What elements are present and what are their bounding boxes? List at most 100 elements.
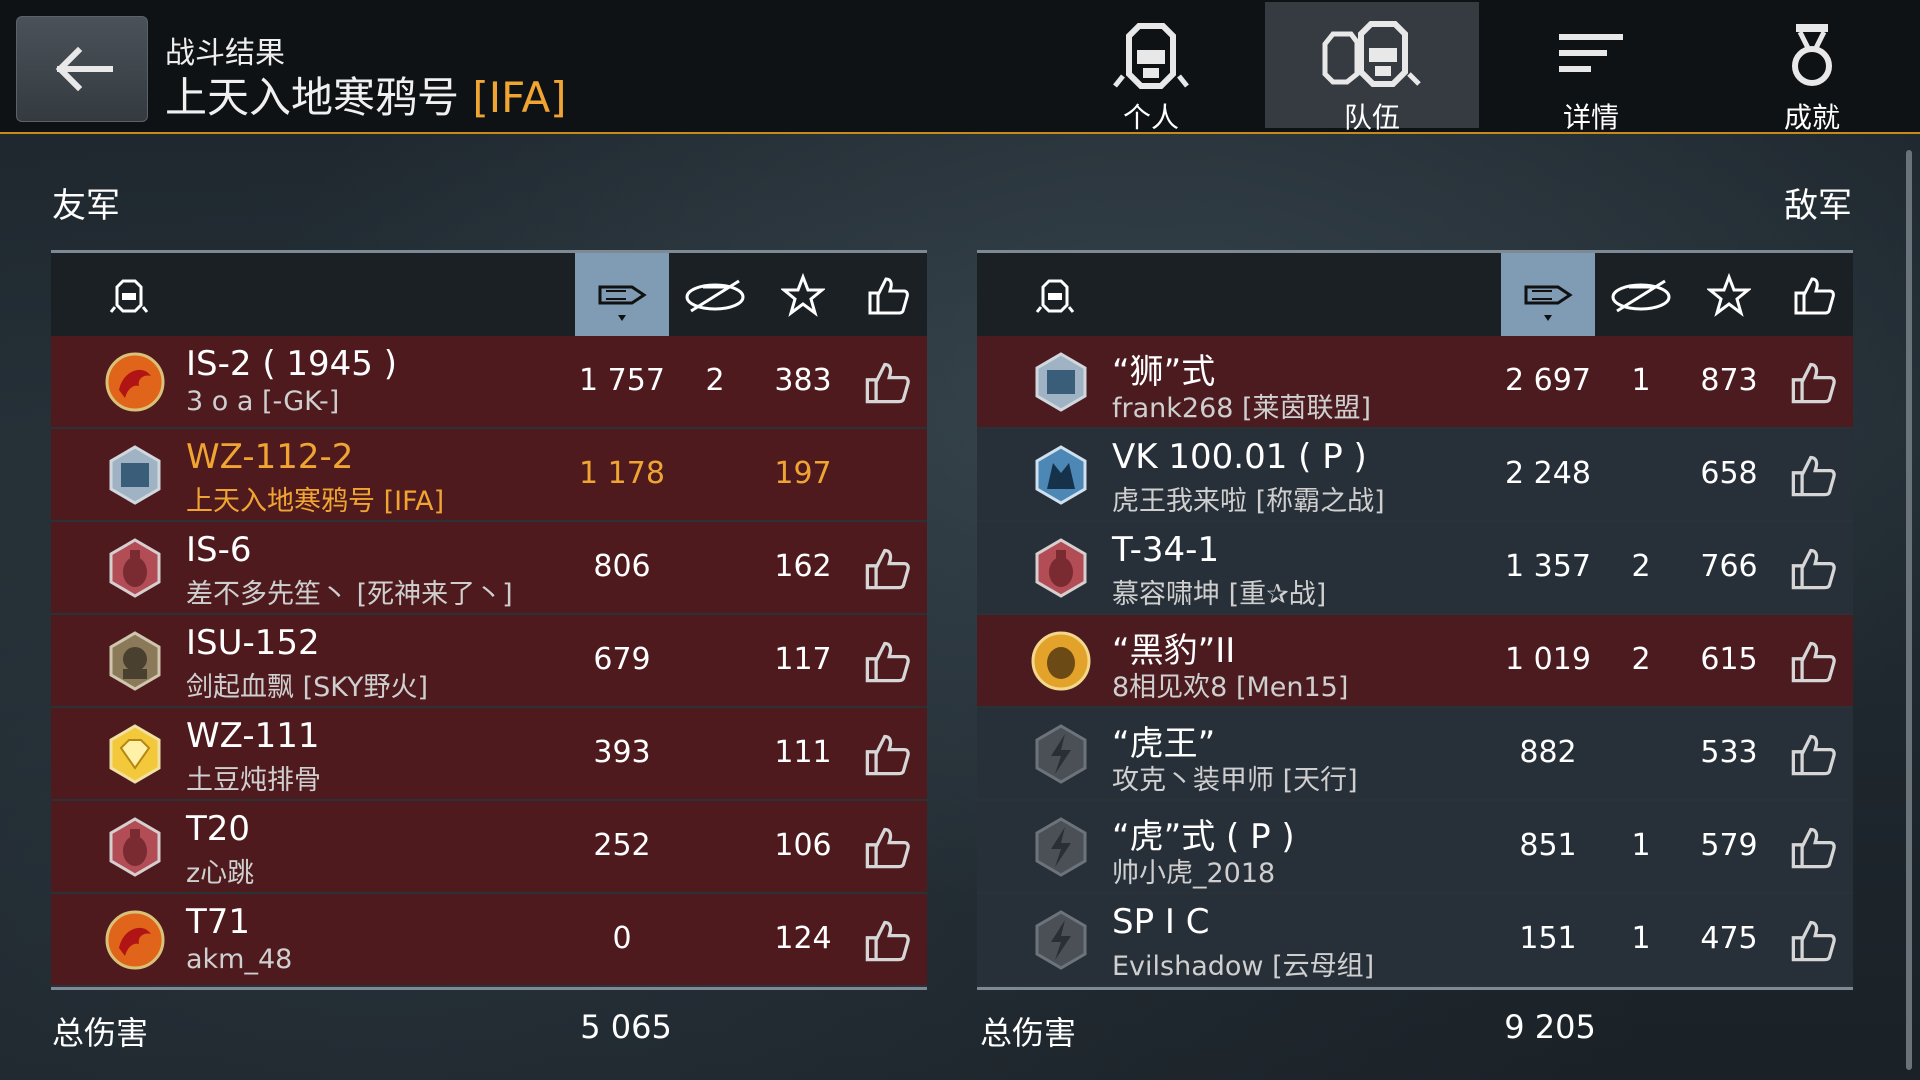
score-value: 106 xyxy=(774,828,832,863)
table-row[interactable]: “黑豹”II 8相见欢8 [Men15] 1 019 2 615 xyxy=(977,615,1853,708)
player-name: 8相见欢8 [Men15] xyxy=(1112,672,1349,703)
damage-value: 1 357 xyxy=(1505,549,1591,584)
allies-total-label: 总伤害 xyxy=(52,1014,149,1052)
score-value: 383 xyxy=(774,363,832,398)
tab-team-label: 队伍 xyxy=(1343,101,1400,134)
score-value: 579 xyxy=(1700,828,1758,863)
damage-value: 252 xyxy=(593,828,651,863)
helmet-team-icon xyxy=(1322,21,1421,87)
score-value: 766 xyxy=(1700,549,1758,584)
scrollbar[interactable] xyxy=(1906,150,1912,1070)
kills-column-header[interactable] xyxy=(673,253,757,336)
table-row[interactable]: “狮”式 frank268 [莱茵联盟] 2 697 1 873 xyxy=(977,336,1853,429)
like-button[interactable] xyxy=(863,730,911,778)
table-row[interactable]: T20 z心跳 252 106 xyxy=(51,801,927,894)
player-name: 上天入地寒鸦号 [IFA] xyxy=(186,486,445,517)
star-icon xyxy=(781,272,825,317)
tab-personal-label: 个人 xyxy=(1122,101,1179,134)
table-row[interactable]: T-34-1 慕容啸坤 [重✰战] 1 357 2 766 xyxy=(977,522,1853,615)
score-value: 615 xyxy=(1700,642,1758,677)
score-value: 475 xyxy=(1700,921,1758,956)
tank-name: IS-6 xyxy=(186,530,252,570)
player-name: 差不多先笙丶 [死神来了丶] xyxy=(186,579,513,610)
table-row[interactable]: ISU-152 剑起血飘 [SKY野火] 679 117 xyxy=(51,615,927,708)
score-value: 162 xyxy=(774,549,832,584)
top-bar-divider xyxy=(0,132,1920,134)
details-lines-icon xyxy=(1559,34,1623,72)
damage-value: 882 xyxy=(1519,735,1577,770)
grenade-emblem-icon xyxy=(109,817,161,877)
enemies-total-label: 总伤害 xyxy=(980,1014,1077,1052)
score-column-header[interactable] xyxy=(761,253,845,336)
damage-column-header[interactable] xyxy=(1501,253,1595,336)
table-row[interactable]: IS-6 差不多先笙丶 [死神来了丶] 806 162 xyxy=(51,522,927,615)
thumbs-up-icon xyxy=(868,276,909,314)
kills-value: 2 xyxy=(1631,642,1651,677)
like-button[interactable] xyxy=(1789,451,1837,499)
like-button[interactable] xyxy=(1789,358,1837,406)
table-row[interactable]: WZ-111 土豆炖排骨 393 111 xyxy=(51,708,927,801)
like-button[interactable] xyxy=(863,823,911,871)
like-button[interactable] xyxy=(863,916,911,964)
table-row[interactable]: IS-2 ( 1945 ) 3 o a [-GK-] 1 757 2 383 xyxy=(51,336,927,429)
grey-lightning-emblem-icon xyxy=(1035,817,1087,877)
kills-value: 1 xyxy=(1631,828,1651,863)
player-name: akm_48 xyxy=(186,944,293,975)
like-button[interactable] xyxy=(863,637,911,685)
table-row[interactable]: WZ-112-2 上天入地寒鸦号 [IFA] 1 178 197 xyxy=(51,429,927,522)
tab-details[interactable]: 详情 xyxy=(1484,2,1698,134)
tab-personal[interactable]: 个人 xyxy=(1044,2,1258,134)
like-button[interactable] xyxy=(863,358,911,406)
back-button[interactable] xyxy=(16,16,148,122)
tab-team[interactable]: 队伍 xyxy=(1265,2,1479,134)
player-clan: [IFA] xyxy=(472,73,567,122)
player-name: 剑起血飘 [SKY野火] xyxy=(186,672,429,703)
grenade-emblem-icon xyxy=(109,538,161,598)
like-button[interactable] xyxy=(1789,544,1837,592)
allies-header xyxy=(51,253,927,336)
grey-lightning-emblem-icon xyxy=(1035,910,1087,970)
kills-column-header[interactable] xyxy=(1599,253,1683,336)
damage-column-header[interactable] xyxy=(575,253,669,336)
like-button[interactable] xyxy=(1789,916,1837,964)
like-button[interactable] xyxy=(1789,637,1837,685)
tab-achievements[interactable]: 成就 xyxy=(1705,2,1919,134)
enemies-title: 敌军 xyxy=(1784,186,1852,226)
table-row[interactable]: “虎王” 攻克丶装甲师 [天行] 882 533 xyxy=(977,708,1853,801)
star-icon xyxy=(1707,272,1751,317)
player-name: 土豆炖排骨 xyxy=(186,765,321,796)
table-row[interactable]: “虎”式 ( P ) 帅小虎_2018 851 1 579 xyxy=(977,801,1853,894)
damage-value: 0 xyxy=(612,921,632,956)
grenade-emblem-icon xyxy=(1035,538,1087,598)
damage-value: 851 xyxy=(1519,828,1577,863)
player-name: Evilshadow [云母组] xyxy=(1112,951,1375,982)
damage-shell-icon xyxy=(598,285,647,321)
like-button[interactable] xyxy=(1789,730,1837,778)
damage-value: 393 xyxy=(593,735,651,770)
destroyed-tank-icon xyxy=(685,279,745,312)
player-name: 慕容啸坤 [重✰战] xyxy=(1112,579,1327,610)
score-value: 124 xyxy=(774,921,832,956)
red-dragon-icon xyxy=(105,910,165,970)
player-name: 攻克丶装甲师 [天行] xyxy=(1112,765,1358,796)
table-row[interactable]: VK 100.01 ( P ) 虎王我来啦 [称霸之战] 2 248 658 xyxy=(977,429,1853,522)
back-arrow-icon xyxy=(55,46,113,92)
table-row[interactable]: SP I C Evilshadow [云母组] 151 1 475 xyxy=(977,894,1853,987)
tab-details-label: 详情 xyxy=(1562,101,1619,134)
tank-name: T71 xyxy=(186,902,251,942)
tiger-emblem-icon xyxy=(1031,631,1091,691)
score-column-header[interactable] xyxy=(1687,253,1771,336)
tank-name: VK 100.01 ( P ) xyxy=(1112,437,1367,477)
like-button[interactable] xyxy=(863,544,911,592)
damage-value: 806 xyxy=(593,549,651,584)
score-value: 658 xyxy=(1700,456,1758,491)
enemies-table: “狮”式 frank268 [莱茵联盟] 2 697 1 873 VK 100.01 ( … xyxy=(977,250,1853,990)
allies-title: 友军 xyxy=(52,186,120,226)
blue-tank-emblem-icon xyxy=(109,445,161,505)
allies-total-damage: 5 065 xyxy=(580,1008,672,1046)
medal-icon xyxy=(1792,24,1832,86)
like-button[interactable] xyxy=(1789,823,1837,871)
table-row[interactable]: T71 akm_48 0 124 xyxy=(51,894,927,987)
score-value: 111 xyxy=(774,735,832,770)
helmet-icon xyxy=(99,253,159,336)
